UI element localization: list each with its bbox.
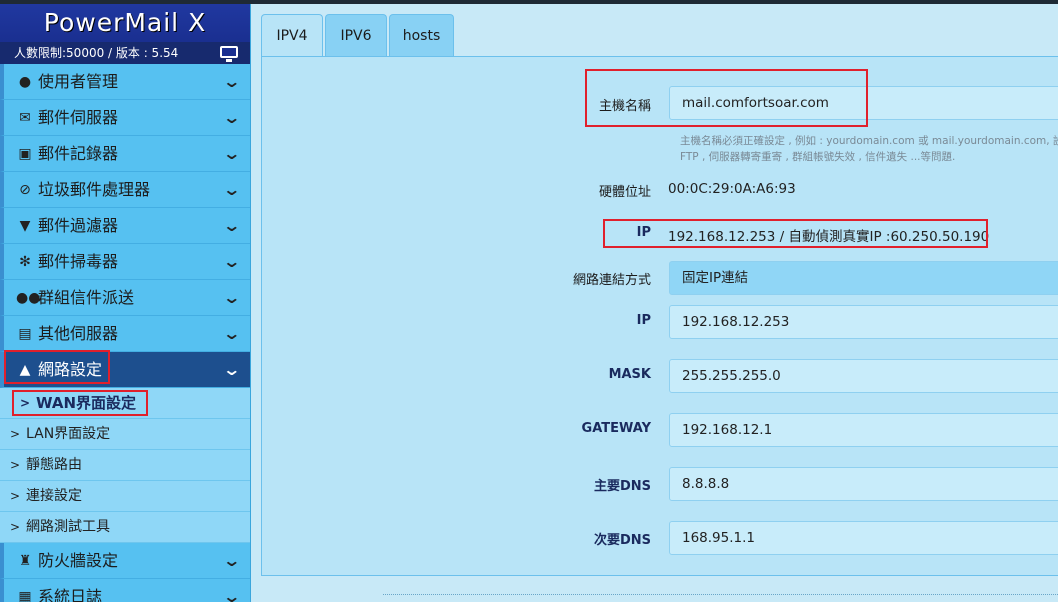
monitor-icon[interactable] — [220, 46, 238, 62]
hint-line-1: 主機名稱必須正確設定 , 例如 : yourdomain.com 或 mail.… — [680, 135, 1058, 147]
chevron-down-icon: ⌄ — [221, 144, 241, 163]
chevron-right-icon: > — [10, 489, 21, 503]
connection-type-label: 網路連結方式 — [572, 273, 651, 288]
gateway-label: GATEWAY — [581, 421, 651, 436]
sub-item-label: 網路測試工具 — [26, 519, 110, 535]
sidebar-item-spam-handler[interactable]: ⊘ 垃圾郵件處理器 ⌄ — [0, 172, 250, 208]
chevron-down-icon: ⌄ — [221, 108, 241, 127]
chevron-down-icon: ⌄ — [221, 180, 241, 199]
app-title: PowerMail X — [0, 4, 250, 42]
chevron-down-icon: ⌄ — [221, 288, 241, 307]
mac-label: 硬體位址 — [598, 185, 651, 200]
chevron-down-icon: ⌄ — [221, 252, 241, 271]
settings-panel: 主機名稱 mail.comfortsoar.com 主機名稱必須正確設定 , 例… — [261, 56, 1058, 576]
sub-item-connection[interactable]: > 連接設定 — [0, 481, 250, 512]
license-text: 人數限制:50000 / 版本 : 5.54 — [14, 46, 179, 60]
chevron-down-icon: ⌄ — [221, 360, 241, 379]
server-icon: ▤ — [18, 326, 32, 342]
sidebar-item-network-settings[interactable]: ▲ 網路設定 ⌄ — [0, 352, 250, 388]
ban-icon: ⊘ — [19, 182, 31, 198]
sidebar-item-label: 使用者管理 — [38, 72, 119, 91]
sidebar-item-user-management[interactable]: ● 使用者管理 ⌄ — [0, 64, 250, 100]
chevron-right-icon: > — [10, 458, 21, 472]
mask-input[interactable]: 255.255.255.0 — [669, 359, 1058, 393]
chevron-right-icon: > — [10, 520, 21, 534]
dns2-label: 次要DNS — [593, 533, 651, 548]
mask-label: MASK — [608, 367, 651, 382]
castle-icon: ♜ — [18, 553, 32, 569]
ip-info-label: IP — [636, 225, 651, 240]
sidebar-item-label: 防火牆設定 — [38, 551, 119, 570]
dns2-input[interactable]: 168.95.1.1 — [669, 521, 1058, 555]
hostname-label: 主機名稱 — [598, 99, 651, 114]
sub-item-label: WAN界面設定 — [36, 394, 137, 412]
sub-item-label: 靜態路由 — [26, 457, 82, 473]
sitemap-icon: ▲ — [19, 362, 31, 378]
bottom-divider — [383, 594, 1058, 596]
dns1-label: 主要DNS — [593, 479, 651, 494]
sidebar-item-mail-server[interactable]: ✉ 郵件伺服器 ⌄ — [0, 100, 250, 136]
sidebar-item-label: 垃圾郵件處理器 — [38, 180, 151, 199]
sidebar-item-label: 系統日誌 — [38, 587, 103, 602]
chevron-right-icon: > — [10, 427, 21, 441]
chevron-down-icon: ⌄ — [221, 551, 241, 570]
hint-line-2: FTP , 伺服器轉寄重寄 , 群組帳號失效 , 信件遺失 ...等問題. — [680, 151, 956, 163]
ip-input[interactable]: 192.168.12.253 — [669, 305, 1058, 339]
sidebar-item-label: 群組信件派送 — [38, 288, 135, 307]
license-info: 人數限制:50000 / 版本 : 5.54 — [0, 42, 250, 64]
sidebar-item-mail-recorder[interactable]: ▣ 郵件記錄器 ⌄ — [0, 136, 250, 172]
mac-value: 00:0C:29:0A:A6:93 — [668, 181, 796, 197]
user-icon: ● — [18, 74, 32, 90]
sidebar: PowerMail X 人數限制:50000 / 版本 : 5.54 ● 使用者… — [0, 4, 251, 602]
sidebar-item-label: 郵件記錄器 — [38, 144, 119, 163]
hostname-input[interactable]: mail.comfortsoar.com — [669, 86, 1058, 120]
chevron-down-icon: ⌄ — [221, 587, 241, 602]
sidebar-item-firewall[interactable]: ♜ 防火牆設定 ⌄ — [0, 543, 250, 579]
chevron-down-icon: ⌄ — [221, 324, 241, 343]
sidebar-item-virus-scanner[interactable]: ✻ 郵件掃毒器 ⌄ — [0, 244, 250, 280]
sub-item-lan[interactable]: > LAN界面設定 — [0, 419, 250, 450]
envelope-icon: ✉ — [19, 110, 31, 126]
sidebar-item-group-mail[interactable]: ●● 群組信件派送 ⌄ — [0, 280, 250, 316]
users-icon: ●● — [16, 290, 41, 306]
gateway-input[interactable]: 192.168.12.1 — [669, 413, 1058, 447]
sub-item-wan[interactable]: > WAN界面設定 — [0, 388, 250, 419]
bug-icon: ✻ — [19, 254, 31, 270]
hostname-hint: 主機名稱必須正確設定 , 例如 : yourdomain.com 或 mail.… — [680, 133, 1058, 165]
tab-ipv4[interactable]: IPV4 — [261, 14, 323, 57]
ip-label: IP — [636, 313, 651, 328]
dns1-input[interactable]: 8.8.8.8 — [669, 467, 1058, 501]
sidebar-item-other-servers[interactable]: ▤ 其他伺服器 ⌄ — [0, 316, 250, 352]
sidebar-item-system-log[interactable]: ▦ 系統日誌 ⌄ — [0, 579, 250, 602]
camera-icon: ▣ — [18, 146, 32, 162]
connection-type-select[interactable]: 固定IP連結 — [669, 261, 1058, 295]
sidebar-item-label: 郵件伺服器 — [38, 108, 119, 127]
tab-hosts[interactable]: hosts — [389, 14, 454, 56]
sidebar-item-label: 郵件掃毒器 — [38, 252, 119, 271]
sub-item-network-test[interactable]: > 網路測試工具 — [0, 512, 250, 543]
sub-item-static-route[interactable]: > 靜態路由 — [0, 450, 250, 481]
chevron-right-icon: > — [20, 396, 31, 410]
ip-info-value: 192.168.12.253 / 自動偵測真實IP :60.250.50.190 — [668, 229, 990, 245]
sub-item-label: LAN界面設定 — [26, 426, 111, 442]
filter-icon: ▼ — [19, 218, 31, 234]
sidebar-item-mail-filter[interactable]: ▼ 郵件過濾器 ⌄ — [0, 208, 250, 244]
sub-item-label: 連接設定 — [26, 488, 82, 504]
sidebar-item-label: 網路設定 — [38, 360, 103, 379]
sidebar-item-label: 郵件過濾器 — [38, 216, 119, 235]
chevron-down-icon: ⌄ — [221, 216, 241, 235]
chevron-down-icon: ⌄ — [221, 72, 241, 91]
sidebar-item-label: 其他伺服器 — [38, 324, 119, 343]
film-icon: ▦ — [18, 589, 32, 602]
tab-ipv6[interactable]: IPV6 — [325, 14, 387, 56]
